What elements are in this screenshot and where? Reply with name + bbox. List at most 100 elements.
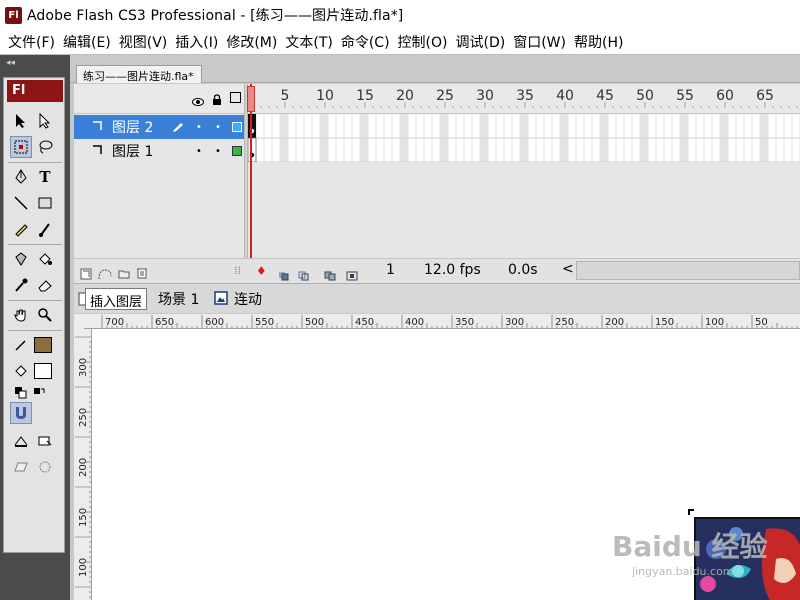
flash-logo: Fl [7, 80, 63, 102]
tool-divider [8, 330, 62, 331]
ruler-label: 200 [78, 458, 89, 477]
frames-grid[interactable] [248, 114, 800, 162]
pencil-tool-icon[interactable] [10, 218, 32, 240]
scroll-left-arrow[interactable]: < [562, 261, 574, 277]
ruler-label: 350 [455, 317, 474, 328]
symbol-name[interactable]: 连动 [234, 289, 262, 309]
line-tool-icon[interactable] [10, 192, 32, 214]
collapse-toolbox-button[interactable]: ◂◂ [6, 58, 15, 68]
ruler-label: 250 [78, 408, 89, 427]
registration-point [688, 509, 694, 515]
horizontal-ruler: 700 650 600 550 500 450 400 350 300 250 200 150 100 5… [84, 314, 800, 329]
ruler-label: 500 [305, 317, 324, 328]
stage-canvas[interactable]: Baidu 经验 jingyan.baidu.com [92, 329, 800, 600]
frame-number-label: 65 [756, 88, 774, 104]
lock-dot[interactable]: • [215, 122, 221, 133]
ruler-label: 100 [705, 317, 724, 328]
ink-bottle-tool-icon[interactable] [10, 248, 32, 270]
fill-color-icon[interactable] [10, 360, 32, 382]
menu-view[interactable]: 视图(V) [115, 32, 172, 52]
frame-number-label: 5 [281, 88, 290, 104]
elapsed-time: 0.0s [508, 262, 538, 278]
ruler-label: 650 [155, 317, 174, 328]
free-transform-tool-icon[interactable] [10, 136, 32, 158]
menu-control[interactable]: 控制(O) [394, 32, 452, 52]
menu-modify[interactable]: 修改(M) [222, 32, 281, 52]
center-frame-icon[interactable]: ♦ [256, 264, 267, 278]
brush-tool-icon[interactable] [34, 218, 56, 240]
frame-number-label: 25 [436, 88, 454, 104]
rectangle-tool-icon[interactable] [34, 192, 56, 214]
menu-commands[interactable]: 命令(C) [337, 32, 394, 52]
watermark-url: jingyan.baidu.com [632, 565, 734, 578]
layer-name[interactable]: 图层 1 [112, 141, 153, 161]
snap-to-objects-icon[interactable] [10, 402, 32, 424]
layer-outline-color[interactable] [232, 122, 242, 132]
frame-number-label: 10 [316, 88, 334, 104]
document-tab-bar: 练习——图片连动.fla* [70, 55, 800, 83]
stroke-color-swatch[interactable] [32, 334, 54, 356]
frame-number-ruler[interactable]: 5 10 15 20 25 30 35 40 45 50 55 60 65 [248, 84, 800, 114]
lasso-tool-icon[interactable] [34, 136, 56, 158]
timeline-panel: 5 10 15 20 25 30 35 40 45 50 55 60 65 图层 2 • • 图层 1 … [74, 84, 800, 283]
layer-row-1[interactable]: 图层 1 • • [74, 139, 244, 163]
lock-icon[interactable] [212, 91, 222, 110]
frame-number-label: 35 [516, 88, 534, 104]
rotate-icon[interactable] [10, 456, 32, 478]
timeline-horizontal-scrollbar[interactable] [576, 261, 800, 280]
menu-insert[interactable]: 插入(I) [171, 32, 222, 52]
straighten-icon[interactable] [34, 430, 56, 452]
visibility-dot[interactable]: • [196, 146, 202, 157]
document-tab[interactable]: 练习——图片连动.fla* [76, 65, 202, 83]
delete-layer-icon[interactable] [136, 264, 148, 283]
menu-edit[interactable]: 编辑(E) [59, 32, 115, 52]
menu-text[interactable]: 文本(T) [281, 32, 336, 52]
footer-grip: ⁞⁞ [234, 264, 241, 277]
menu-window[interactable]: 窗口(W) [509, 32, 570, 52]
timeline-header: 5 10 15 20 25 30 35 40 45 50 55 60 65 [74, 84, 800, 114]
frame-number-label: 40 [556, 88, 574, 104]
ruler-label: 50 [755, 317, 768, 328]
hand-tool-icon[interactable] [10, 304, 32, 326]
zoom-tool-icon[interactable] [34, 304, 56, 326]
swap-colors-icon[interactable] [28, 382, 50, 404]
frame-rate[interactable]: 12.0 fps [424, 262, 481, 278]
layer-row-2[interactable]: 图层 2 • • [74, 115, 244, 139]
scale-icon[interactable] [34, 456, 56, 478]
layer-outline-color[interactable] [232, 146, 242, 156]
ruler-label: 400 [405, 317, 424, 328]
selection-tool-icon[interactable] [10, 110, 32, 132]
menu-debug[interactable]: 调试(D) [452, 32, 510, 52]
tool-divider [8, 300, 62, 301]
frame-number-label: 55 [676, 88, 694, 104]
insert-layer-icon[interactable] [80, 265, 92, 284]
paint-bucket-tool-icon[interactable] [34, 248, 56, 270]
layers-frames-splitter[interactable] [244, 84, 248, 283]
vertical-ruler: 300 250 200 150 100 [74, 329, 92, 600]
scene-name[interactable]: 场景 1 [158, 289, 199, 309]
watermark-brand: Baidu 经验 [612, 530, 768, 563]
document-area: 练习——图片连动.fla* 5 10 15 20 25 30 35 40 45 50 55 60 65 … [70, 55, 800, 600]
tools-panel: ◂◂ Fl T [0, 55, 70, 600]
lock-dot[interactable]: • [215, 146, 221, 157]
ruler-label: 300 [78, 358, 89, 377]
tool-divider [8, 162, 62, 163]
eraser-tool-icon[interactable] [34, 274, 56, 296]
stroke-color-icon[interactable] [10, 334, 32, 356]
playhead-handle[interactable] [247, 86, 255, 112]
menu-help[interactable]: 帮助(H) [570, 32, 627, 52]
pen-tool-icon[interactable] [10, 166, 32, 188]
motion-guide-icon[interactable] [98, 265, 112, 284]
insert-folder-icon[interactable] [118, 265, 130, 284]
visibility-dot[interactable]: • [196, 122, 202, 133]
eyedropper-tool-icon[interactable] [10, 274, 32, 296]
tools-container: Fl T [3, 77, 65, 553]
eye-icon[interactable] [192, 92, 204, 111]
smooth-icon[interactable] [10, 430, 32, 452]
outline-icon[interactable] [230, 92, 241, 103]
menu-file[interactable]: 文件(F) [4, 32, 59, 52]
text-tool-icon[interactable]: T [34, 166, 56, 188]
layer-name[interactable]: 图层 2 [112, 117, 153, 137]
fill-color-swatch[interactable] [32, 360, 54, 382]
subselection-tool-icon[interactable] [34, 110, 56, 132]
